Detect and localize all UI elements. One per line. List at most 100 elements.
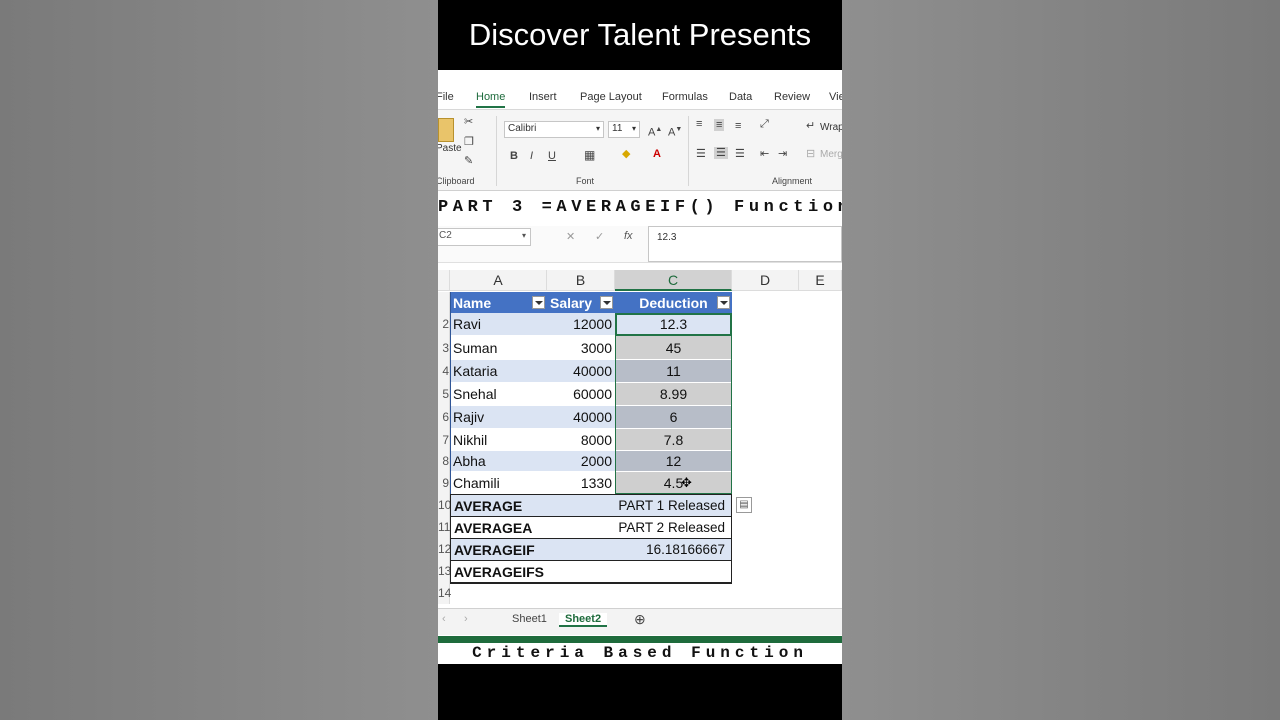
quick-analysis-icon[interactable]: ▤	[736, 497, 752, 513]
align-right-icon[interactable]: ☰	[735, 148, 745, 160]
row-header[interactable]: 14	[438, 582, 451, 604]
table-cell-deduction[interactable]: 4.5	[615, 472, 732, 494]
summary-value[interactable]: 16.18166667	[615, 538, 732, 560]
row-header[interactable]: 13	[438, 560, 451, 582]
column-header-b[interactable]: B	[547, 270, 615, 291]
sheet-tab-sheet2[interactable]: Sheet2	[559, 613, 608, 627]
decrease-indent-icon[interactable]: ⇤	[760, 148, 769, 160]
paste-icon[interactable]	[438, 118, 454, 142]
row-header[interactable]	[438, 292, 450, 313]
name-box[interactable]: C2 ▾	[438, 228, 531, 246]
tab-insert[interactable]: Insert	[529, 91, 557, 103]
table-cell-name[interactable]: Ravi	[450, 313, 547, 336]
row-header[interactable]: 12	[438, 538, 451, 560]
formula-input[interactable]: 12.3	[648, 226, 842, 262]
sheet-tab-sheet1[interactable]: Sheet1	[512, 613, 547, 625]
filter-dropdown-icon[interactable]	[532, 296, 545, 309]
table-cell-salary[interactable]: 40000	[547, 360, 615, 383]
table-cell-salary[interactable]: 60000	[547, 383, 615, 406]
summary-label[interactable]: AVERAGEIF	[450, 538, 615, 560]
column-header-e[interactable]: E	[799, 270, 842, 291]
summary-label[interactable]: AVERAGE	[450, 494, 615, 516]
table-cell-name[interactable]: Chamili	[450, 472, 547, 494]
wrap-text-label[interactable]: Wrap	[820, 122, 842, 133]
tab-view[interactable]: View	[829, 91, 842, 103]
row-header[interactable]: 3	[438, 336, 450, 360]
row-header[interactable]: 6	[438, 406, 450, 429]
table-cell-salary[interactable]: 1330	[547, 472, 615, 494]
row-header[interactable]: 4	[438, 360, 450, 383]
font-color-icon[interactable]: A	[653, 148, 661, 160]
active-cell[interactable]	[615, 313, 732, 336]
table-cell-name[interactable]: Kataria	[450, 360, 547, 383]
next-sheet-icon[interactable]: ›	[464, 613, 468, 625]
format-painter-icon[interactable]: ✎	[464, 155, 473, 167]
row-header[interactable]: 2	[438, 313, 450, 336]
table-cell-salary[interactable]: 40000	[547, 406, 615, 429]
align-top-icon[interactable]: ≡	[696, 118, 702, 130]
increase-font-icon[interactable]: A▲	[648, 124, 662, 139]
tab-home[interactable]: Home	[476, 91, 506, 108]
row-header[interactable]: 5	[438, 383, 450, 406]
merge-label[interactable]: Merge	[820, 149, 842, 160]
tab-page-layout[interactable]: Page Layout	[580, 91, 642, 103]
column-header-d[interactable]: D	[732, 270, 799, 291]
table-cell-salary[interactable]: 8000	[547, 429, 615, 451]
table-cell-deduction[interactable]: 8.99	[615, 383, 732, 406]
italic-button[interactable]: I	[530, 150, 533, 162]
tab-file[interactable]: File	[438, 91, 454, 103]
select-all-corner[interactable]	[438, 270, 450, 291]
table-cell-salary[interactable]: 3000	[547, 336, 615, 360]
wrap-text-icon[interactable]: ↵	[806, 120, 815, 132]
bold-button[interactable]: B	[510, 150, 518, 162]
tab-review[interactable]: Review	[774, 91, 810, 103]
table-cell-name[interactable]: Rajiv	[450, 406, 547, 429]
summary-value[interactable]: PART 2 Released	[615, 516, 732, 538]
table-cell-salary[interactable]: 2000	[547, 451, 615, 472]
align-left-icon[interactable]: ☰	[696, 148, 706, 160]
insert-function-icon[interactable]: fx	[624, 230, 633, 242]
table-cell-deduction[interactable]: 12	[615, 451, 732, 472]
cancel-icon[interactable]: ✕	[566, 231, 575, 243]
add-sheet-icon[interactable]: ⊕	[634, 611, 646, 628]
enter-icon[interactable]: ✓	[595, 231, 604, 243]
align-center-icon[interactable]: ☰	[714, 147, 728, 159]
summary-value[interactable]	[615, 560, 732, 582]
decrease-font-icon[interactable]: A▼	[668, 124, 682, 139]
row-header[interactable]: 7	[438, 429, 450, 451]
summary-label[interactable]: AVERAGEA	[450, 516, 615, 538]
table-cell-name[interactable]: Nikhil	[450, 429, 547, 451]
prev-sheet-icon[interactable]: ‹	[442, 613, 446, 625]
borders-icon[interactable]: ▦	[584, 149, 595, 161]
table-cell-deduction[interactable]: 6	[615, 406, 732, 429]
tab-formulas[interactable]: Formulas	[662, 91, 708, 103]
copy-icon[interactable]: ❐	[464, 136, 474, 148]
table-cell-salary[interactable]: 12000	[547, 313, 615, 336]
orientation-icon[interactable]: ⤢	[760, 118, 769, 130]
font-name-select[interactable]: Calibri ▾	[504, 121, 604, 138]
table-cell-name[interactable]: Snehal	[450, 383, 547, 406]
table-header-deduction[interactable]: Deduction	[615, 292, 732, 313]
fill-color-icon[interactable]: ◆	[622, 148, 630, 160]
table-cell-deduction[interactable]: 45	[615, 336, 732, 360]
summary-value[interactable]: PART 1 Released	[615, 494, 732, 516]
filter-dropdown-icon[interactable]	[600, 296, 613, 309]
column-header-a[interactable]: A	[450, 270, 547, 291]
table-cell-name[interactable]: Abha	[450, 451, 547, 472]
merge-icon[interactable]: ⊟	[806, 148, 815, 160]
table-cell-name[interactable]: Suman	[450, 336, 547, 360]
increase-indent-icon[interactable]: ⇥	[778, 148, 787, 160]
row-header[interactable]: 8	[438, 451, 450, 472]
row-header[interactable]: 9	[438, 472, 450, 494]
align-middle-icon[interactable]: ≡	[714, 119, 725, 131]
table-cell-deduction[interactable]: 11	[615, 360, 732, 383]
table-cell-deduction[interactable]: 7.8	[615, 429, 732, 451]
underline-button[interactable]: U	[548, 150, 556, 162]
summary-label[interactable]: AVERAGEIFS	[450, 560, 615, 582]
row-header[interactable]: 11	[438, 516, 450, 538]
row-header[interactable]: 10	[438, 494, 451, 516]
tab-data[interactable]: Data	[729, 91, 752, 103]
align-bottom-icon[interactable]: ≡	[735, 120, 741, 132]
filter-dropdown-icon[interactable]	[717, 296, 730, 309]
cut-icon[interactable]: ✂	[464, 116, 473, 128]
